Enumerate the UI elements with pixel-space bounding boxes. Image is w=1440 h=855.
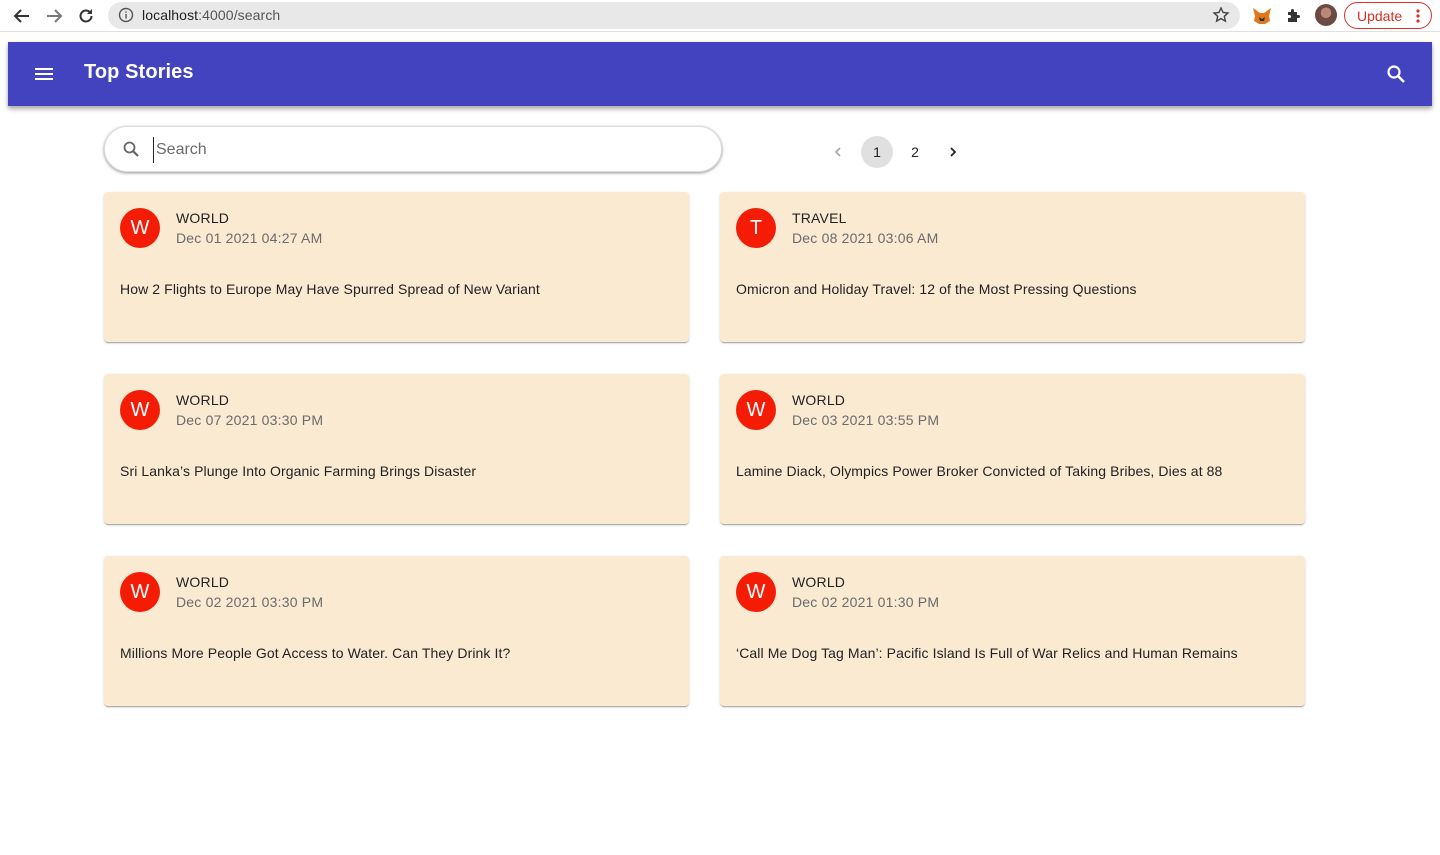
category-avatar: W <box>120 572 160 612</box>
page-title: Top Stories <box>84 61 194 83</box>
pagination-page-1[interactable]: 1 <box>861 136 893 168</box>
reload-button[interactable] <box>74 4 98 28</box>
story-date: Dec 07 2021 03:30 PM <box>176 412 324 428</box>
story-date: Dec 03 2021 03:55 PM <box>792 412 940 428</box>
story-category: WORLD <box>176 210 230 226</box>
search-icon <box>123 141 139 157</box>
story-card[interactable]: W WORLD Dec 01 2021 04:27 AM How 2 Fligh… <box>104 192 689 342</box>
story-category: WORLD <box>792 392 846 408</box>
category-avatar: T <box>736 208 776 248</box>
update-label: Update <box>1357 7 1403 24</box>
pagination-page-2[interactable]: 2 <box>899 136 931 168</box>
reload-icon <box>79 9 93 23</box>
story-category: WORLD <box>176 574 230 590</box>
category-avatar: W <box>736 390 776 430</box>
browser-toolbar: localhost:4000/search Update <box>0 0 1440 32</box>
story-date: Dec 01 2021 04:27 AM <box>176 230 323 246</box>
extensions-button[interactable] <box>1282 4 1306 28</box>
story-category: WORLD <box>792 574 846 590</box>
info-icon[interactable] <box>118 7 134 23</box>
story-card[interactable]: W WORLD Dec 02 2021 03:30 PM Millions Mo… <box>104 556 689 706</box>
search-icon[interactable] <box>1384 62 1408 86</box>
search-input[interactable] <box>153 137 693 163</box>
story-card[interactable]: W WORLD Dec 03 2021 03:55 PM Lamine Diac… <box>720 374 1305 524</box>
story-card[interactable]: T TRAVEL Dec 08 2021 03:06 AM Omicron an… <box>720 192 1305 342</box>
address-bar[interactable]: localhost:4000/search <box>108 2 1240 29</box>
chevron-left-icon <box>834 147 841 157</box>
story-category: WORLD <box>176 392 230 408</box>
fox-icon <box>1253 8 1271 24</box>
update-button[interactable]: Update <box>1344 2 1432 29</box>
search-field[interactable] <box>104 126 722 172</box>
puzzle-icon <box>1288 9 1300 22</box>
pagination-next-button[interactable] <box>937 136 969 168</box>
arrow-left-icon <box>13 9 29 23</box>
forward-button[interactable] <box>42 4 66 28</box>
more-vert-icon <box>1416 9 1420 23</box>
pagination-prev-button[interactable] <box>822 136 854 168</box>
story-date: Dec 02 2021 01:30 PM <box>792 594 940 610</box>
story-headline[interactable]: ‘Call Me Dog Tag Man’: Pacific Island Is… <box>736 645 1238 661</box>
address-url: localhost:4000/search <box>142 7 281 23</box>
story-headline[interactable]: Sri Lanka’s Plunge Into Organic Farming … <box>120 463 476 479</box>
story-date: Dec 02 2021 03:30 PM <box>176 594 324 610</box>
hamburger-menu-icon[interactable] <box>32 62 56 86</box>
story-card[interactable]: W WORLD Dec 07 2021 03:30 PM Sri Lanka’s… <box>104 374 689 524</box>
category-avatar: W <box>120 390 160 430</box>
back-button[interactable] <box>10 4 34 28</box>
category-avatar: W <box>736 572 776 612</box>
story-headline[interactable]: Millions More People Got Access to Water… <box>120 645 510 661</box>
app-bar: Top Stories <box>8 42 1432 106</box>
category-avatar: W <box>120 208 160 248</box>
arrow-right-icon <box>47 9 63 23</box>
metamask-extension-button[interactable] <box>1250 4 1274 28</box>
story-headline[interactable]: Omicron and Holiday Travel: 12 of the Mo… <box>736 281 1137 297</box>
story-category: TRAVEL <box>792 210 847 226</box>
story-card[interactable]: W WORLD Dec 02 2021 01:30 PM ‘Call Me Do… <box>720 556 1305 706</box>
profile-avatar[interactable] <box>1315 4 1337 26</box>
story-date: Dec 08 2021 03:06 AM <box>792 230 939 246</box>
story-headline[interactable]: Lamine Diack, Olympics Power Broker Conv… <box>736 463 1222 479</box>
story-headline[interactable]: How 2 Flights to Europe May Have Spurred… <box>120 281 540 297</box>
bookmark-star-icon[interactable] <box>1212 6 1230 24</box>
chevron-right-icon <box>950 147 957 157</box>
